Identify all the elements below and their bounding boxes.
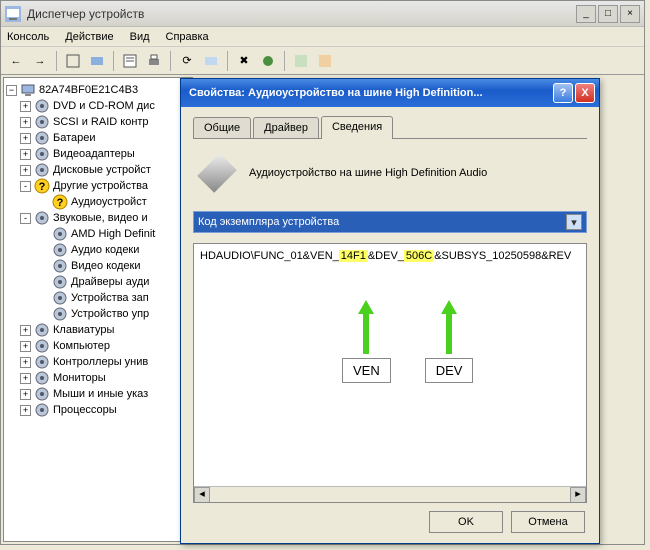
tree-item[interactable]: -Звуковые, видео и bbox=[6, 210, 190, 226]
warning-icon: ? bbox=[52, 194, 68, 210]
device-category-icon bbox=[52, 242, 68, 258]
refresh-icon[interactable]: ⟳ bbox=[176, 50, 198, 72]
menu-console[interactable]: Консоль bbox=[7, 31, 49, 43]
help-button[interactable]: ? bbox=[553, 83, 573, 103]
tree-root[interactable]: − 82A74BF0E21C4B3 bbox=[6, 82, 190, 98]
toolbar-btn-2[interactable] bbox=[86, 50, 108, 72]
value-list[interactable]: HDAUDIO\FUNC_01&VEN_14F1&DEV_506C&SUBSYS… bbox=[193, 243, 587, 503]
toolbar-btn-x2[interactable] bbox=[314, 50, 336, 72]
menu-help[interactable]: Справка bbox=[166, 31, 209, 43]
tab-driver[interactable]: Драйвер bbox=[253, 117, 319, 138]
device-category-icon bbox=[52, 274, 68, 290]
back-button[interactable]: ← bbox=[5, 50, 27, 72]
tree-item[interactable]: +Видеоадаптеры bbox=[6, 146, 190, 162]
tree-item[interactable]: +Компьютер bbox=[6, 338, 190, 354]
ven-highlight: 14F1 bbox=[339, 250, 368, 262]
tree-item[interactable]: +Клавиатуры bbox=[6, 322, 190, 338]
app-icon bbox=[5, 6, 21, 22]
device-category-icon bbox=[34, 130, 50, 146]
property-dropdown[interactable]: Код экземпляра устройства ▾ bbox=[193, 211, 587, 233]
device-category-icon bbox=[34, 210, 50, 226]
dev-highlight: 506C bbox=[404, 250, 434, 262]
menubar: Консоль Действие Вид Справка bbox=[1, 27, 644, 47]
device-category-icon bbox=[34, 370, 50, 386]
update-icon[interactable] bbox=[257, 50, 279, 72]
maximize-button[interactable]: □ bbox=[598, 5, 618, 23]
horizontal-scrollbar[interactable]: ◂ ▸ bbox=[194, 486, 586, 502]
tab-details[interactable]: Сведения bbox=[321, 116, 393, 139]
print-icon[interactable] bbox=[143, 50, 165, 72]
device-category-icon bbox=[52, 306, 68, 322]
tree-item[interactable]: +Мыши и иные указ bbox=[6, 386, 190, 402]
device-category-icon bbox=[52, 226, 68, 242]
tree-item[interactable]: Аудио кодеки bbox=[6, 242, 190, 258]
arrow-up-icon bbox=[358, 300, 374, 314]
cancel-button[interactable]: Отмена bbox=[511, 511, 585, 533]
device-category-icon bbox=[34, 162, 50, 178]
svg-text:?: ? bbox=[39, 181, 46, 193]
tree-item[interactable]: Устройства зап bbox=[6, 290, 190, 306]
tree-item[interactable]: +DVD и CD-ROM дис bbox=[6, 98, 190, 114]
device-category-icon bbox=[34, 402, 50, 418]
dev-label: DEV bbox=[425, 358, 474, 383]
device-category-icon bbox=[34, 98, 50, 114]
menu-view[interactable]: Вид bbox=[130, 31, 150, 43]
chevron-down-icon: ▾ bbox=[566, 214, 582, 230]
menu-action[interactable]: Действие bbox=[65, 31, 113, 43]
device-category-icon bbox=[34, 322, 50, 338]
scroll-left-button[interactable]: ◂ bbox=[194, 487, 210, 503]
uninstall-icon[interactable]: ✖ bbox=[233, 50, 255, 72]
properties-icon[interactable] bbox=[119, 50, 141, 72]
tree-item[interactable]: +Батареи bbox=[6, 130, 190, 146]
tab-general[interactable]: Общие bbox=[193, 117, 251, 138]
warning-icon: ? bbox=[34, 178, 50, 194]
dialog-close-button[interactable]: X bbox=[575, 83, 595, 103]
tree-item[interactable]: Драйверы ауди bbox=[6, 274, 190, 290]
device-category-icon bbox=[34, 114, 50, 130]
computer-icon bbox=[20, 82, 36, 98]
window-title: Диспетчер устройств bbox=[27, 7, 576, 21]
scroll-right-button[interactable]: ▸ bbox=[570, 487, 586, 503]
forward-button[interactable]: → bbox=[29, 50, 51, 72]
device-category-icon bbox=[52, 258, 68, 274]
tree-item[interactable]: AMD High Definit bbox=[6, 226, 190, 242]
minimize-button[interactable]: _ bbox=[576, 5, 596, 23]
tree-item[interactable]: Устройство упр bbox=[6, 306, 190, 322]
device-name-label: Аудиоустройство на шине High Definition … bbox=[249, 167, 487, 179]
tree-item[interactable]: Видео кодеки bbox=[6, 258, 190, 274]
svg-text:?: ? bbox=[57, 197, 64, 209]
tab-strip: Общие Драйвер Сведения bbox=[193, 115, 587, 139]
toolbar: ← → ⟳ ✖ bbox=[1, 47, 644, 75]
close-button[interactable]: × bbox=[620, 5, 640, 23]
properties-dialog: Свойства: Аудиоустройство на шине High D… bbox=[180, 78, 600, 544]
device-icon bbox=[197, 153, 237, 193]
tree-item[interactable]: +Контроллеры унив bbox=[6, 354, 190, 370]
device-category-icon bbox=[34, 354, 50, 370]
toolbar-btn-x1[interactable] bbox=[290, 50, 312, 72]
hardware-id: HDAUDIO\FUNC_01&VEN_14F1&DEV_506C&SUBSYS… bbox=[200, 250, 580, 262]
arrow-up-icon bbox=[441, 300, 457, 314]
toolbar-btn-1[interactable] bbox=[62, 50, 84, 72]
device-tree[interactable]: − 82A74BF0E21C4B3 +DVD и CD-ROM дис+SCSI… bbox=[3, 77, 193, 542]
tree-item[interactable]: +SCSI и RAID контр bbox=[6, 114, 190, 130]
tree-item[interactable]: +Мониторы bbox=[6, 370, 190, 386]
device-category-icon bbox=[34, 146, 50, 162]
tree-item[interactable]: +Процессоры bbox=[6, 402, 190, 418]
tree-item[interactable]: -?Другие устройства bbox=[6, 178, 190, 194]
device-category-icon bbox=[34, 386, 50, 402]
ok-button[interactable]: OK bbox=[429, 511, 503, 533]
tree-item[interactable]: ?Аудиоустройст bbox=[6, 194, 190, 210]
device-category-icon bbox=[52, 290, 68, 306]
ven-label: VEN bbox=[342, 358, 391, 383]
dialog-title: Свойства: Аудиоустройство на шине High D… bbox=[185, 87, 551, 99]
annotation-overlay: VEN DEV bbox=[342, 300, 473, 383]
main-titlebar: Диспетчер устройств _ □ × bbox=[1, 1, 644, 27]
device-category-icon bbox=[34, 338, 50, 354]
dialog-titlebar[interactable]: Свойства: Аудиоустройство на шине High D… bbox=[181, 79, 599, 107]
tree-item[interactable]: +Дисковые устройст bbox=[6, 162, 190, 178]
scan-icon[interactable] bbox=[200, 50, 222, 72]
